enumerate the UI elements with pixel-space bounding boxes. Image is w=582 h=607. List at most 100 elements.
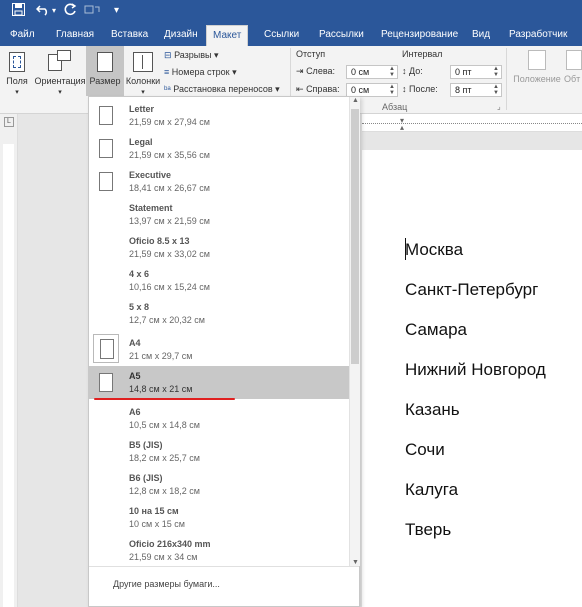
spacing-before-label: ↕ До: (402, 66, 423, 76)
save-icon[interactable] (12, 3, 25, 19)
dropdown-scrollbar[interactable]: ▲ ▼ (349, 97, 360, 566)
size-option-4x6[interactable]: 4 x 6 10,16 см x 15,24 см (89, 264, 349, 297)
size-button[interactable]: Размер (86, 46, 124, 96)
touch-mode-icon[interactable] (84, 3, 102, 19)
size-option-a6[interactable]: A6 10,5 см x 14,8 см (89, 402, 349, 435)
undo-dropdown-icon[interactable]: ▾ (52, 3, 56, 19)
margins-label: Поля (6, 76, 28, 86)
chevron-down-icon: ▾ (58, 89, 62, 96)
size-option-a5[interactable]: A5 14,8 см x 21 см (89, 366, 349, 399)
spinner-arrows-icon[interactable]: ▲ ▼ (389, 66, 395, 78)
line-numbers-button[interactable]: ≡ Номера строк ▾ (164, 65, 237, 79)
size-option-b6-jis[interactable]: B6 (JIS) 12,8 см x 18,2 см (89, 468, 349, 501)
wrap-text-button[interactable]: Обт (564, 50, 582, 84)
columns-icon (133, 52, 153, 72)
breaks-label: Разрывы (174, 50, 212, 60)
document-line: Тверь (405, 520, 452, 539)
spacing-before-icon: ↕ (402, 66, 407, 76)
margins-button[interactable]: Поля ▾ (2, 52, 32, 98)
customize-quick-access-icon[interactable]: ▾ (114, 3, 119, 19)
size-option-statement[interactable]: Statement 13,97 см x 21,59 см (89, 198, 349, 231)
spinner-arrows-icon[interactable]: ▲ ▼ (493, 84, 499, 96)
size-option-name: Statement (129, 203, 173, 213)
annotation-underline (94, 398, 235, 400)
breaks-button[interactable]: ⊟ Разрывы ▾ (164, 48, 219, 62)
indent-left-input[interactable]: 0 см ▲ ▼ (346, 65, 398, 79)
tab-developer[interactable]: Разработчик (503, 25, 573, 46)
position-label: Положение (513, 74, 561, 84)
size-option-5x8[interactable]: 5 x 8 12,7 см x 20,32 см (89, 297, 349, 330)
more-paper-sizes-button[interactable]: Другие размеры бумаги... (89, 566, 359, 606)
size-option-legal[interactable]: Legal 21,59 см x 35,56 см (89, 132, 349, 165)
size-option-name: 4 x 6 (129, 269, 150, 279)
tab-insert[interactable]: Вставка (105, 25, 154, 46)
document-line: Москва (405, 240, 464, 259)
chevron-down-icon: ▾ (141, 89, 145, 96)
size-option-oficio-216x340[interactable]: Oficio 216x340 mm 21,59 см x 34 см (89, 534, 349, 567)
size-option-dims: 21 см x 29,7 см (129, 351, 193, 361)
paragraph-launcher-icon[interactable]: ⌟ (497, 102, 501, 111)
undo-icon[interactable] (35, 3, 50, 19)
paragraph-group-label: Абзац (382, 102, 408, 112)
document-line: Казань (405, 400, 460, 419)
tab-mailings[interactable]: Рассылки (313, 25, 370, 46)
breaks-icon: ⊟ (164, 50, 172, 60)
repeat-icon[interactable] (64, 3, 77, 19)
vertical-ruler: L (0, 114, 18, 607)
tab-design[interactable]: Дизайн (158, 25, 204, 46)
tab-home[interactable]: Главная (50, 25, 100, 46)
size-option-b5-jis[interactable]: B5 (JIS) 18,2 см x 25,7 см (89, 435, 349, 468)
hyphenation-icon: ᵇᵃ (164, 84, 171, 94)
spacing-before-input[interactable]: 0 пт ▲ ▼ (450, 65, 502, 79)
wrap-text-label: Обт (564, 74, 581, 84)
indent-right-label: ⇤ Справа: (296, 84, 340, 94)
size-option-dims: 18,41 см x 26,67 см (129, 183, 210, 193)
tab-review[interactable]: Рецензирование (375, 25, 464, 46)
spacing-after-input[interactable]: 8 пт ▲ ▼ (450, 83, 502, 97)
size-option-name: A4 (129, 338, 141, 348)
wrap-text-icon (566, 50, 582, 70)
page-icon (99, 106, 113, 125)
position-button[interactable]: Положение (510, 50, 564, 84)
size-option-executive[interactable]: Executive 18,41 см x 26,67 см (89, 165, 349, 198)
size-option-name: Oficio 8.5 x 13 (129, 236, 190, 246)
scrollbar-thumb[interactable] (351, 109, 359, 364)
scroll-up-icon[interactable]: ▲ (352, 97, 359, 104)
tab-file[interactable]: Файл (4, 25, 41, 46)
tab-references[interactable]: Ссылки (258, 25, 305, 46)
document-line: Калуга (405, 480, 459, 499)
ruler-ticks (362, 123, 582, 124)
ribbon-tabs: Файл Главная Вставка Дизайн Макет Ссылки… (0, 22, 582, 46)
size-option-name: Legal (129, 137, 153, 147)
scroll-down-icon[interactable]: ▼ (352, 559, 359, 566)
document-page[interactable]: Москва Санкт-Петербург Самара Нижний Нов… (362, 150, 582, 607)
spacing-after-icon: ↕ (402, 84, 407, 94)
document-line: Самара (405, 320, 467, 339)
page-size-dropdown: Letter 21,59 см x 27,94 см Legal 21,59 с… (88, 96, 360, 607)
margins-icon (9, 52, 25, 72)
size-option-dims: 21,59 см x 33,02 см (129, 249, 210, 259)
size-option-dims: 12,8 см x 18,2 см (129, 486, 200, 496)
hyphenation-button[interactable]: ᵇᵃ Расстановка переносов ▾ (164, 82, 280, 96)
indent-left-label: ⇥ Слева: (296, 66, 336, 76)
size-option-dims: 18,2 см x 25,7 см (129, 453, 200, 463)
spinner-arrows-icon[interactable]: ▲ ▼ (389, 84, 395, 96)
size-option-name: B5 (JIS) (129, 440, 163, 450)
size-option-dims: 10,16 см x 15,24 см (129, 282, 210, 292)
indent-right-input[interactable]: 0 см ▲ ▼ (346, 83, 398, 97)
tab-layout[interactable]: Макет (206, 25, 249, 46)
size-option-letter[interactable]: Letter 21,59 см x 27,94 см (89, 99, 349, 132)
tab-view[interactable]: Вид (466, 25, 496, 46)
size-option-10x15[interactable]: 10 на 15 см 10 см x 15 см (89, 501, 349, 534)
spinner-arrows-icon[interactable]: ▲ ▼ (493, 66, 499, 78)
orientation-button[interactable]: Ориентация ▾ (34, 50, 86, 98)
size-option-name: 10 на 15 см (129, 506, 179, 516)
tab-selector-icon[interactable]: L (4, 117, 14, 127)
orientation-label: Ориентация (34, 76, 86, 86)
size-option-oficio-8-5x13[interactable]: Oficio 8.5 x 13 21,59 см x 33,02 см (89, 231, 349, 264)
columns-button[interactable]: Колонки ▾ (124, 52, 162, 98)
size-option-dims: 21,59 см x 34 см (129, 552, 198, 562)
size-option-a4[interactable]: A4 21 см x 29,7 см (89, 333, 349, 366)
left-indent-marker[interactable]: ▴ (400, 123, 404, 132)
position-icon (528, 50, 546, 70)
